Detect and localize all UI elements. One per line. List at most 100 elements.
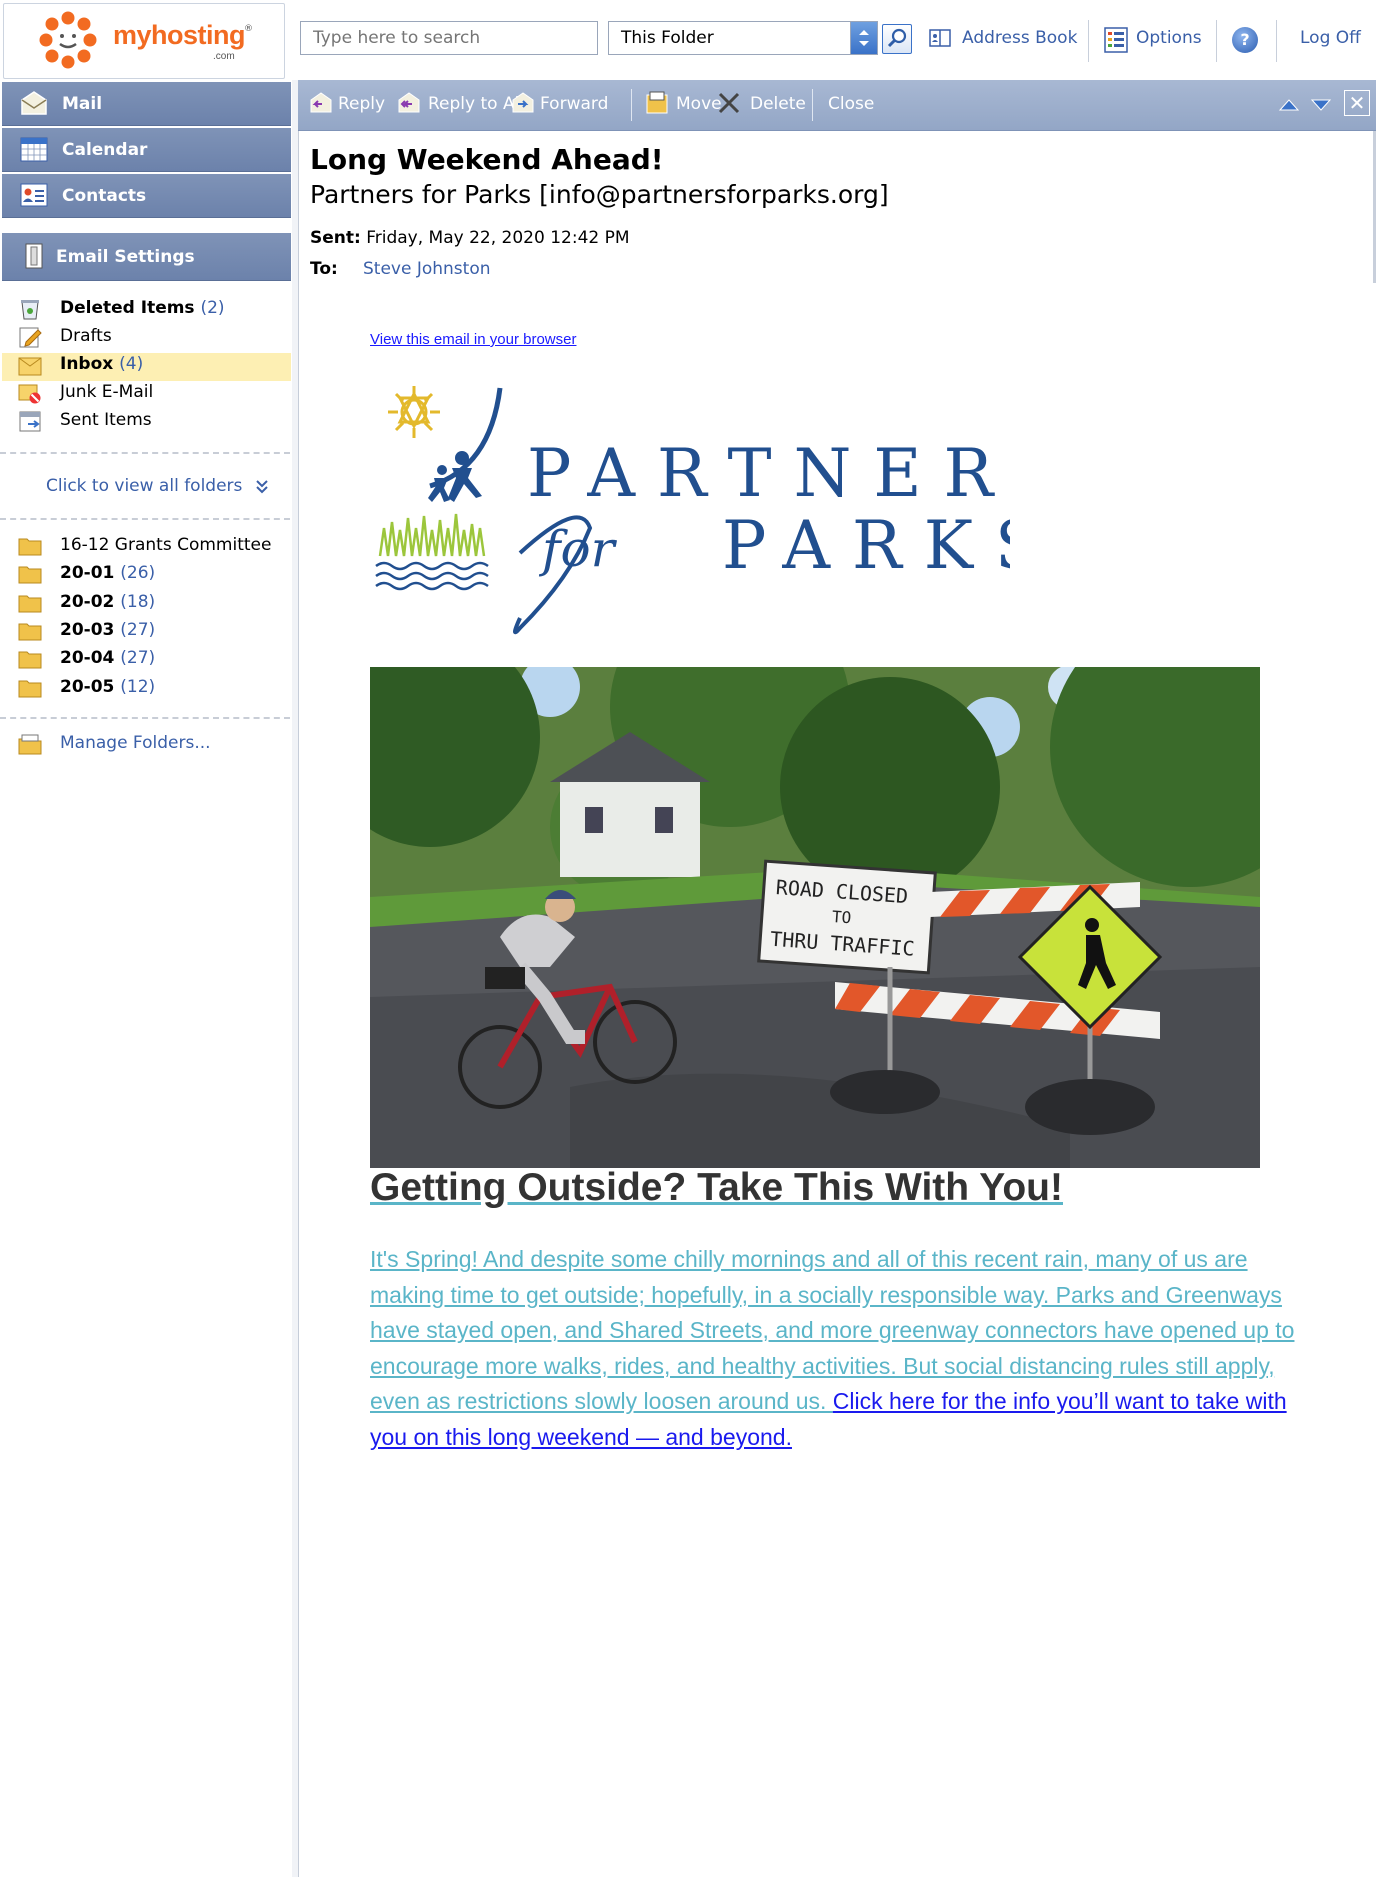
nav-resize-grip[interactable] <box>120 219 176 227</box>
search-button[interactable] <box>882 24 912 54</box>
view-in-browser-link[interactable]: View this email in your browser <box>370 331 576 348</box>
logo-wordmark: myhosting <box>113 20 246 51</box>
log-off-link[interactable]: Log Off <box>1300 28 1361 48</box>
next-message-icon[interactable] <box>1310 96 1332 114</box>
divider <box>0 518 290 520</box>
move-icon <box>646 91 668 114</box>
view-all-folders-label: Click to view all folders <box>46 476 243 496</box>
forward-button[interactable]: Forward <box>540 94 608 114</box>
folder-drafts[interactable]: Drafts <box>18 324 288 350</box>
folder-label: 20-05 (12) <box>60 677 156 697</box>
folder-label: Junk E-Mail <box>60 382 154 402</box>
folder-icon <box>18 651 42 669</box>
delete-button[interactable]: Delete <box>750 94 806 114</box>
folder-20-03[interactable]: 20-03 (27) <box>18 618 288 644</box>
logo-partners-text: PARTNERS <box>527 435 1010 512</box>
junk-mail-icon <box>18 384 41 404</box>
close-reading-pane-icon[interactable]: ✕ <box>1344 90 1370 116</box>
folder-deleted-items[interactable]: Deleted Items (2) <box>18 296 288 322</box>
contacts-icon <box>20 183 48 207</box>
divider <box>0 717 290 719</box>
nav-contacts-label: Contacts <box>62 186 147 206</box>
sun-icon <box>388 386 440 438</box>
grass-icon <box>378 513 486 557</box>
sent-items-icon <box>19 411 41 432</box>
partners-for-parks-logo[interactable]: for PARTNERS PARKS <box>370 378 1010 644</box>
search-scope-select[interactable]: This Folder <box>608 21 878 55</box>
folder-icon <box>18 680 42 698</box>
folder-label: Drafts <box>60 326 112 346</box>
to-label: To: <box>310 259 338 279</box>
message-subject: Long Weekend Ahead! <box>310 143 664 176</box>
reply-button[interactable]: Reply <box>338 94 385 114</box>
top-divider <box>1216 20 1217 62</box>
drafts-icon <box>19 327 42 348</box>
double-chevron-down-icon <box>256 480 268 494</box>
manage-folders-label: Manage Folders... <box>60 733 211 753</box>
nav-calendar-label: Calendar <box>62 140 148 160</box>
folder-label: 20-01 (26) <box>60 563 156 583</box>
manage-folders-link[interactable]: Manage Folders... <box>18 731 288 757</box>
sent-value: Friday, May 22, 2020 12:42 PM <box>366 228 630 248</box>
logo-for-text: for <box>538 520 618 578</box>
folder-inbox[interactable]: Inbox (4) <box>18 352 288 378</box>
select-arrows-icon[interactable] <box>850 22 877 54</box>
settings-icon <box>25 243 43 269</box>
nav-calendar-button[interactable]: Calendar <box>2 128 291 172</box>
address-book-link[interactable]: Address Book <box>962 28 1077 48</box>
folder-icon <box>18 623 42 641</box>
article-headline-link[interactable]: Getting Outside? Take This With You! <box>370 1166 1063 1210</box>
folder-20-02[interactable]: 20-02 (18) <box>18 590 288 616</box>
reply-all-icon <box>398 92 420 113</box>
folder-16-12-grants-committee[interactable]: 16-12 Grants Committee <box>18 533 288 559</box>
search-scope-value: This Folder <box>621 28 714 48</box>
road-closed-sign: ROAD CLOSED TO THRU TRAFFIC <box>757 859 937 975</box>
help-icon[interactable]: ? <box>1232 27 1258 53</box>
folder-label: 20-03 (27) <box>60 620 156 640</box>
road-closed-photo[interactable]: ROAD CLOSED TO THRU TRAFFIC <box>370 667 1260 1168</box>
reply-icon <box>310 92 332 113</box>
folder-20-05[interactable]: 20-05 (12) <box>18 675 288 701</box>
nav-email-settings-button[interactable]: Email Settings <box>2 233 291 281</box>
view-all-folders-link[interactable]: Click to view all folders <box>46 476 270 496</box>
toolbar-divider <box>631 89 632 121</box>
options-link[interactable]: Options <box>1136 28 1202 48</box>
folder-icon <box>18 538 42 556</box>
sign-to-text: TO <box>831 907 852 927</box>
toolbar-divider <box>812 89 813 121</box>
article-body: It's Spring! And despite some chilly mor… <box>370 1242 1315 1455</box>
manage-folders-icon <box>18 734 42 755</box>
logo-flower-icon <box>39 11 97 69</box>
folder-junk-email[interactable]: Junk E-Mail <box>18 380 288 406</box>
logo-registered-mark: ® <box>244 24 253 34</box>
folder-label: Sent Items <box>60 410 152 430</box>
top-bar: myhosting ® .com This Folder Address Boo… <box>0 0 1376 80</box>
nav-contacts-button[interactable]: Contacts <box>2 174 291 218</box>
folder-label: Deleted Items (2) <box>60 298 225 318</box>
calendar-icon <box>20 137 48 162</box>
top-divider <box>1088 20 1089 62</box>
message-sent-row: Sent: Friday, May 22, 2020 12:42 PM <box>310 228 630 248</box>
address-book-icon <box>929 29 951 47</box>
folder-sent-items[interactable]: Sent Items <box>18 408 288 434</box>
recipient-link[interactable]: Steve Johnston <box>363 259 491 279</box>
nav-mail-button[interactable]: Mail <box>2 82 291 126</box>
top-divider <box>1276 20 1277 62</box>
message-toolbar: Reply Reply to All Forward Move Delete C… <box>298 80 1376 131</box>
folder-20-04[interactable]: 20-04 (27) <box>18 646 288 672</box>
message-sender: Partners for Parks [info@partnersforpark… <box>310 180 889 209</box>
close-button[interactable]: Close <box>828 94 874 114</box>
pane-splitter[interactable] <box>292 80 299 1877</box>
delete-icon <box>718 92 740 114</box>
folder-label: Inbox (4) <box>60 354 144 374</box>
folder-20-01[interactable]: 20-01 (26) <box>18 561 288 587</box>
folder-label: 16-12 Grants Committee <box>60 535 272 555</box>
inbox-icon <box>18 357 42 376</box>
move-button[interactable]: Move <box>676 94 722 114</box>
water-waves-icon <box>375 561 489 591</box>
search-input[interactable] <box>300 21 598 55</box>
previous-message-icon[interactable] <box>1278 96 1300 114</box>
nav-email-settings-label: Email Settings <box>56 247 195 267</box>
folder-icon <box>18 566 42 584</box>
options-icon <box>1104 27 1128 53</box>
